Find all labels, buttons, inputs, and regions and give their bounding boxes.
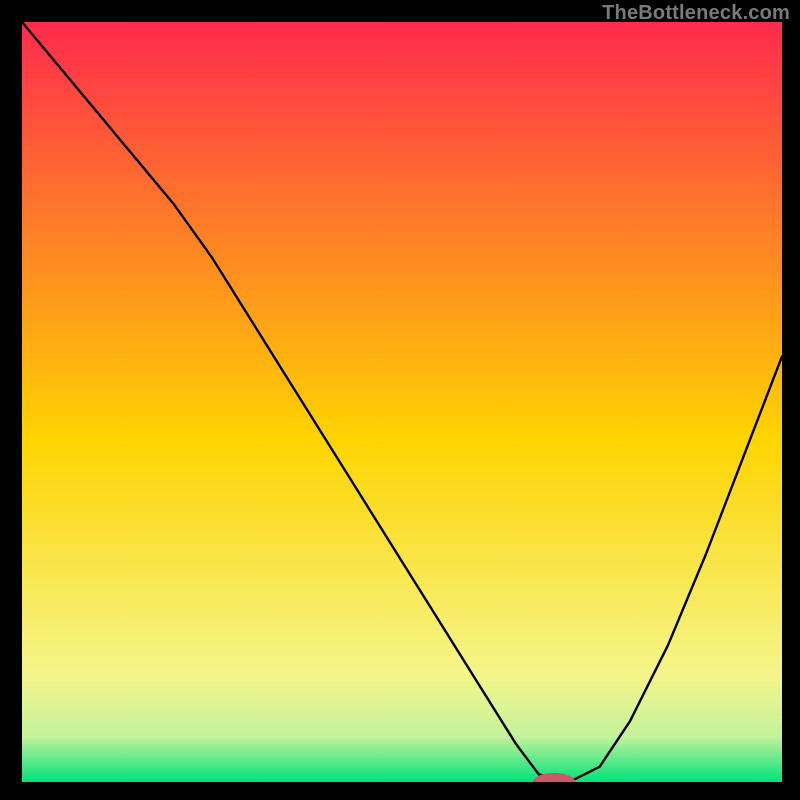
heat-gradient-rect [22, 22, 782, 782]
chart-frame: TheBottleneck.com [0, 0, 800, 800]
plot-area [22, 22, 782, 782]
plot-svg [22, 22, 782, 782]
